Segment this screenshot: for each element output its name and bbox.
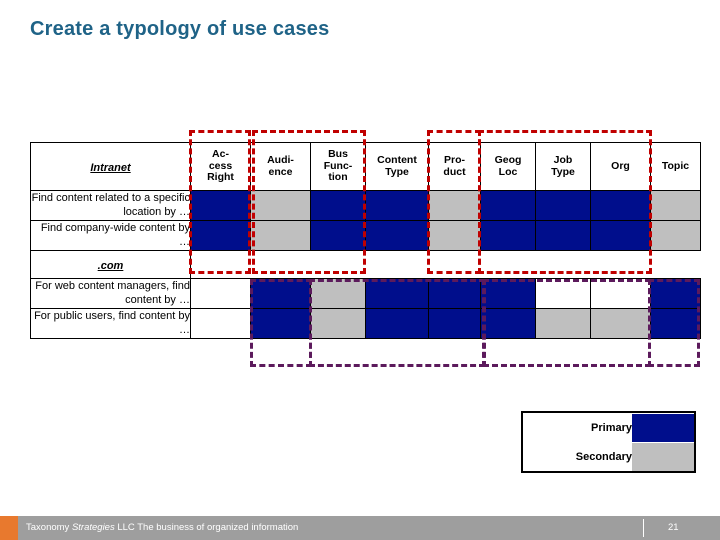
legend-body: Primary Secondary <box>523 413 694 471</box>
legend-swatch-cell <box>632 413 694 442</box>
footer-brand-italic: Strategies <box>71 522 115 533</box>
column-header-audience: Audi-ence <box>250 142 311 191</box>
matrix-cell-content_type <box>365 308 429 339</box>
matrix-cell-audience <box>250 308 311 339</box>
row-label: For public users, find content by … <box>30 308 191 339</box>
matrix-cell-job_type <box>535 190 591 221</box>
matrix-cell-bus_function <box>310 190 366 221</box>
matrix-cell-product <box>428 190 481 221</box>
matrix-cell-topic <box>650 220 701 251</box>
matrix-cell-content_type <box>365 220 429 251</box>
footer-page-number: 21 <box>668 522 679 533</box>
table-row: For public users, find content by … <box>30 308 701 339</box>
matrix-cell-org <box>590 190 651 221</box>
matrix-cell-job_type <box>535 278 591 309</box>
use-case-typology-matrix: Intranet Ac-cess Right Audi-ence Bus Func-tio… <box>30 142 701 339</box>
matrix-cell-audience <box>250 190 311 221</box>
matrix-header-row: Intranet Ac-cess Right Audi-ence Bus Func-tio… <box>30 142 701 191</box>
matrix-cell-topic <box>650 278 701 309</box>
matrix-cell-topic <box>650 308 701 339</box>
row-label: For web content managers, find content b… <box>30 278 191 309</box>
section-title-text: .com <box>97 259 124 272</box>
column-header-access_right: Ac-cess Right <box>190 142 251 191</box>
matrix-cell-access_right <box>190 190 251 221</box>
matrix-cell-org <box>590 308 651 339</box>
column-header-topic: Topic <box>650 142 701 191</box>
footer-divider <box>643 519 644 537</box>
row-label: Find company-wide content by … <box>30 220 191 251</box>
column-header-geog_loc: Geog Loc <box>480 142 536 191</box>
legend-label: Primary <box>591 421 632 434</box>
matrix-cell-audience <box>250 220 311 251</box>
matrix-cell-bus_function <box>310 278 366 309</box>
matrix-cell-geog_loc <box>480 308 536 339</box>
matrix-cell-product <box>428 278 481 309</box>
footer-brand-text: Taxonomy Strategies LLC The business of … <box>26 522 299 533</box>
matrix-cell-geog_loc <box>480 190 536 221</box>
matrix-cell-product <box>428 220 481 251</box>
legend-swatch-cell <box>632 442 694 471</box>
legend-table: Primary Secondary <box>523 413 694 471</box>
matrix-cell-job_type <box>535 220 591 251</box>
column-header-product: Pro-duct <box>428 142 481 191</box>
matrix-cell-geog_loc <box>480 278 536 309</box>
page-title: Create a typology of use cases <box>30 18 330 40</box>
matrix-cell-content_type <box>365 190 429 221</box>
matrix-cell-org <box>590 220 651 251</box>
legend-swatch <box>632 442 694 471</box>
matrix-cell-content_type <box>365 278 429 309</box>
column-header-job_type: Job Type <box>535 142 591 191</box>
matrix-cell-product <box>428 308 481 339</box>
legend-swatch <box>632 413 694 442</box>
column-header-content_type: Content Type <box>365 142 429 191</box>
row-label: Find content related to a specific locat… <box>30 190 191 221</box>
matrix-cell-audience <box>250 278 311 309</box>
section-band-com: .com <box>30 250 701 279</box>
legend: Primary Secondary <box>521 411 696 473</box>
column-header-org: Org <box>590 142 651 191</box>
section-title-intranet: Intranet <box>30 142 191 191</box>
matrix-cell-topic <box>650 190 701 221</box>
footer-accent-square <box>0 516 18 540</box>
matrix-cell-org <box>590 278 651 309</box>
legend-label: Secondary <box>575 450 632 463</box>
matrix-cell-access_right <box>190 278 251 309</box>
matrix-cell-bus_function <box>310 220 366 251</box>
matrix-cell-geog_loc <box>480 220 536 251</box>
matrix-body: Intranet Ac-cess Right Audi-ence Bus Func-tio… <box>30 142 701 339</box>
table-row: For web content managers, find content b… <box>30 278 701 309</box>
legend-item: Secondary <box>523 442 694 471</box>
legend-item: Primary <box>523 413 694 442</box>
matrix-cell-bus_function <box>310 308 366 339</box>
footer-bar: Taxonomy Strategies LLC The business of … <box>0 516 720 540</box>
matrix-cell-access_right <box>190 220 251 251</box>
matrix-cell-access_right <box>190 308 251 339</box>
matrix-cell-job_type <box>535 308 591 339</box>
slide: Create a typology of use cases Intranet A… <box>0 0 720 540</box>
table-row: Find content related to a specific locat… <box>30 190 701 221</box>
column-header-bus_function: Bus Func-tion <box>310 142 366 191</box>
section-title-com: .com <box>30 250 191 279</box>
section-band-filler <box>190 250 701 279</box>
table-row: Find company-wide content by … <box>30 220 701 251</box>
section-title-text: Intranet <box>90 161 131 174</box>
